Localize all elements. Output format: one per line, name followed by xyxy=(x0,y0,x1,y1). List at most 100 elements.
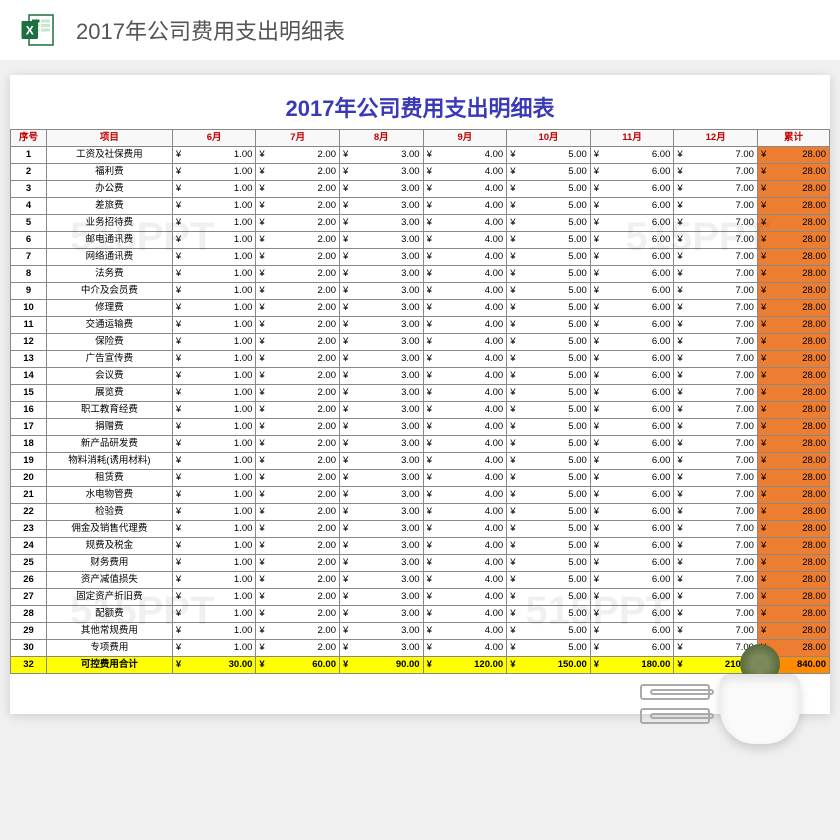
money-cell: ¥3.00 xyxy=(340,487,424,504)
money-cell: ¥3.00 xyxy=(340,623,424,640)
money-cell: ¥6.00 xyxy=(590,436,674,453)
money-cell: ¥4.00 xyxy=(423,181,507,198)
money-cell: ¥3.00 xyxy=(340,419,424,436)
money-cell: ¥3.00 xyxy=(340,606,424,623)
money-cell: ¥2.00 xyxy=(256,317,340,334)
money-cell: ¥1.00 xyxy=(172,521,256,538)
item-cell: 广告宣传费 xyxy=(46,351,172,368)
money-cell: ¥3.00 xyxy=(340,283,424,300)
money-cell: ¥2.00 xyxy=(256,351,340,368)
column-header: 12月 xyxy=(674,130,758,147)
money-cell: ¥6.00 xyxy=(590,334,674,351)
money-cell: ¥2.00 xyxy=(256,164,340,181)
money-cell: ¥7.00 xyxy=(674,181,758,198)
seq-cell: 3 xyxy=(11,181,47,198)
money-cell: ¥1.00 xyxy=(172,640,256,657)
money-cell: ¥3.00 xyxy=(340,317,424,334)
money-cell: ¥4.00 xyxy=(423,198,507,215)
money-cell: ¥4.00 xyxy=(423,249,507,266)
money-cell: ¥3.00 xyxy=(340,334,424,351)
money-cell: ¥1.00 xyxy=(172,606,256,623)
money-cell: ¥2.00 xyxy=(256,453,340,470)
seq-cell: 15 xyxy=(11,385,47,402)
money-cell: ¥2.00 xyxy=(256,334,340,351)
money-cell: ¥3.00 xyxy=(340,266,424,283)
money-cell: ¥4.00 xyxy=(423,300,507,317)
money-cell: ¥4.00 xyxy=(423,317,507,334)
money-cell: ¥3.00 xyxy=(340,521,424,538)
money-cell: ¥2.00 xyxy=(256,181,340,198)
table-row: 9中介及会员费¥1.00¥2.00¥3.00¥4.00¥5.00¥6.00¥7.… xyxy=(11,283,830,300)
money-cell: ¥7.00 xyxy=(674,317,758,334)
money-cell: ¥7.00 xyxy=(674,334,758,351)
money-cell: ¥7.00 xyxy=(674,555,758,572)
table-row: 22检验费¥1.00¥2.00¥3.00¥4.00¥5.00¥6.00¥7.00… xyxy=(11,504,830,521)
money-cell: ¥4.00 xyxy=(423,538,507,555)
table-row: 16职工教育经费¥1.00¥2.00¥3.00¥4.00¥5.00¥6.00¥7… xyxy=(11,402,830,419)
paperclip-icon xyxy=(640,684,710,700)
seq-cell: 20 xyxy=(11,470,47,487)
money-cell: ¥7.00 xyxy=(674,606,758,623)
money-cell: ¥1.00 xyxy=(172,147,256,164)
item-cell: 可控费用合计 xyxy=(46,657,172,674)
money-cell: ¥7.00 xyxy=(674,232,758,249)
item-cell: 专项费用 xyxy=(46,640,172,657)
sum-cell: ¥28.00 xyxy=(757,623,829,640)
money-cell: ¥4.00 xyxy=(423,215,507,232)
money-cell: ¥5.00 xyxy=(507,181,591,198)
money-cell: ¥2.00 xyxy=(256,385,340,402)
money-cell: ¥1.00 xyxy=(172,181,256,198)
table-row: 17捐赠费¥1.00¥2.00¥3.00¥4.00¥5.00¥6.00¥7.00… xyxy=(11,419,830,436)
column-header: 项目 xyxy=(46,130,172,147)
money-cell: ¥6.00 xyxy=(590,640,674,657)
money-cell: ¥4.00 xyxy=(423,555,507,572)
seq-cell: 6 xyxy=(11,232,47,249)
item-cell: 工资及社保费用 xyxy=(46,147,172,164)
money-cell: ¥5.00 xyxy=(507,249,591,266)
item-cell: 财务费用 xyxy=(46,555,172,572)
money-cell: ¥3.00 xyxy=(340,215,424,232)
seq-cell: 9 xyxy=(11,283,47,300)
sum-cell: ¥28.00 xyxy=(757,215,829,232)
seq-cell: 16 xyxy=(11,402,47,419)
table-row: 4差旅费¥1.00¥2.00¥3.00¥4.00¥5.00¥6.00¥7.00¥… xyxy=(11,198,830,215)
money-cell: ¥7.00 xyxy=(674,470,758,487)
money-cell: ¥5.00 xyxy=(507,606,591,623)
money-cell: ¥6.00 xyxy=(590,283,674,300)
money-cell: ¥2.00 xyxy=(256,640,340,657)
money-cell: ¥7.00 xyxy=(674,504,758,521)
money-cell: ¥2.00 xyxy=(256,249,340,266)
money-cell: ¥5.00 xyxy=(507,572,591,589)
money-cell: ¥4.00 xyxy=(423,470,507,487)
money-cell: ¥4.00 xyxy=(423,606,507,623)
seq-cell: 14 xyxy=(11,368,47,385)
money-cell: ¥1.00 xyxy=(172,334,256,351)
money-cell: ¥5.00 xyxy=(507,521,591,538)
money-cell: ¥2.00 xyxy=(256,504,340,521)
money-cell: ¥6.00 xyxy=(590,198,674,215)
money-cell: ¥1.00 xyxy=(172,555,256,572)
money-cell: ¥1.00 xyxy=(172,215,256,232)
seq-cell: 32 xyxy=(11,657,47,674)
money-cell: ¥4.00 xyxy=(423,147,507,164)
money-cell: ¥3.00 xyxy=(340,572,424,589)
money-cell: ¥2.00 xyxy=(256,572,340,589)
money-cell: ¥7.00 xyxy=(674,572,758,589)
seq-cell: 17 xyxy=(11,419,47,436)
money-cell: ¥4.00 xyxy=(423,504,507,521)
money-cell: ¥3.00 xyxy=(340,436,424,453)
sum-cell: ¥28.00 xyxy=(757,589,829,606)
money-cell: ¥4.00 xyxy=(423,623,507,640)
money-cell: ¥3.00 xyxy=(340,198,424,215)
table-row: 3办公费¥1.00¥2.00¥3.00¥4.00¥5.00¥6.00¥7.00¥… xyxy=(11,181,830,198)
money-cell: ¥7.00 xyxy=(674,402,758,419)
money-cell: ¥1.00 xyxy=(172,300,256,317)
table-row: 27固定资产折旧费¥1.00¥2.00¥3.00¥4.00¥5.00¥6.00¥… xyxy=(11,589,830,606)
money-cell: ¥6.00 xyxy=(590,181,674,198)
money-cell: ¥7.00 xyxy=(674,419,758,436)
sum-cell: ¥28.00 xyxy=(757,147,829,164)
sum-cell: ¥28.00 xyxy=(757,249,829,266)
money-cell: ¥6.00 xyxy=(590,521,674,538)
money-cell: ¥1.00 xyxy=(172,385,256,402)
money-cell: ¥5.00 xyxy=(507,640,591,657)
